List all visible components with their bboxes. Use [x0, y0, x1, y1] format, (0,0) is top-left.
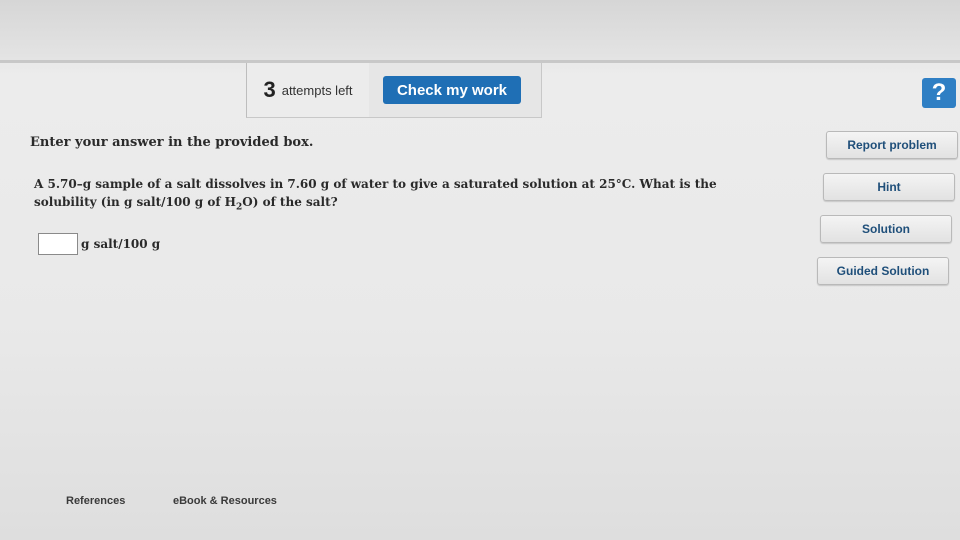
question-text: A 5.70–g sample of a salt dissolves in 7… [34, 175, 754, 216]
hint-button[interactable]: Hint [823, 173, 955, 201]
question-part-2: O) of the salt? [242, 195, 338, 209]
ebook-resources-link[interactable]: eBook & Resources [173, 495, 277, 507]
answer-unit: g salt/100 g [81, 237, 161, 251]
answer-input[interactable] [38, 233, 78, 255]
help-icon[interactable]: ? [922, 78, 956, 108]
header-band [0, 0, 960, 60]
attempts-label: attempts left [281, 82, 353, 98]
question-part-1: A 5.70–g sample of a salt dissolves in 7… [34, 177, 717, 209]
attempts-indicator: 3 attempts left [246, 63, 370, 118]
attempts-count: 3 [263, 77, 276, 102]
guided-solution-button[interactable]: Guided Solution [817, 257, 949, 285]
instructions-text: Enter your answer in the provided box. [30, 135, 314, 150]
check-panel: Check my work [369, 63, 542, 118]
report-problem-button[interactable]: Report problem [826, 131, 958, 159]
check-my-work-button[interactable]: Check my work [383, 76, 521, 104]
references-link[interactable]: References [66, 495, 125, 507]
answer-row: g salt/100 g [38, 233, 160, 255]
solution-button[interactable]: Solution [820, 215, 952, 243]
